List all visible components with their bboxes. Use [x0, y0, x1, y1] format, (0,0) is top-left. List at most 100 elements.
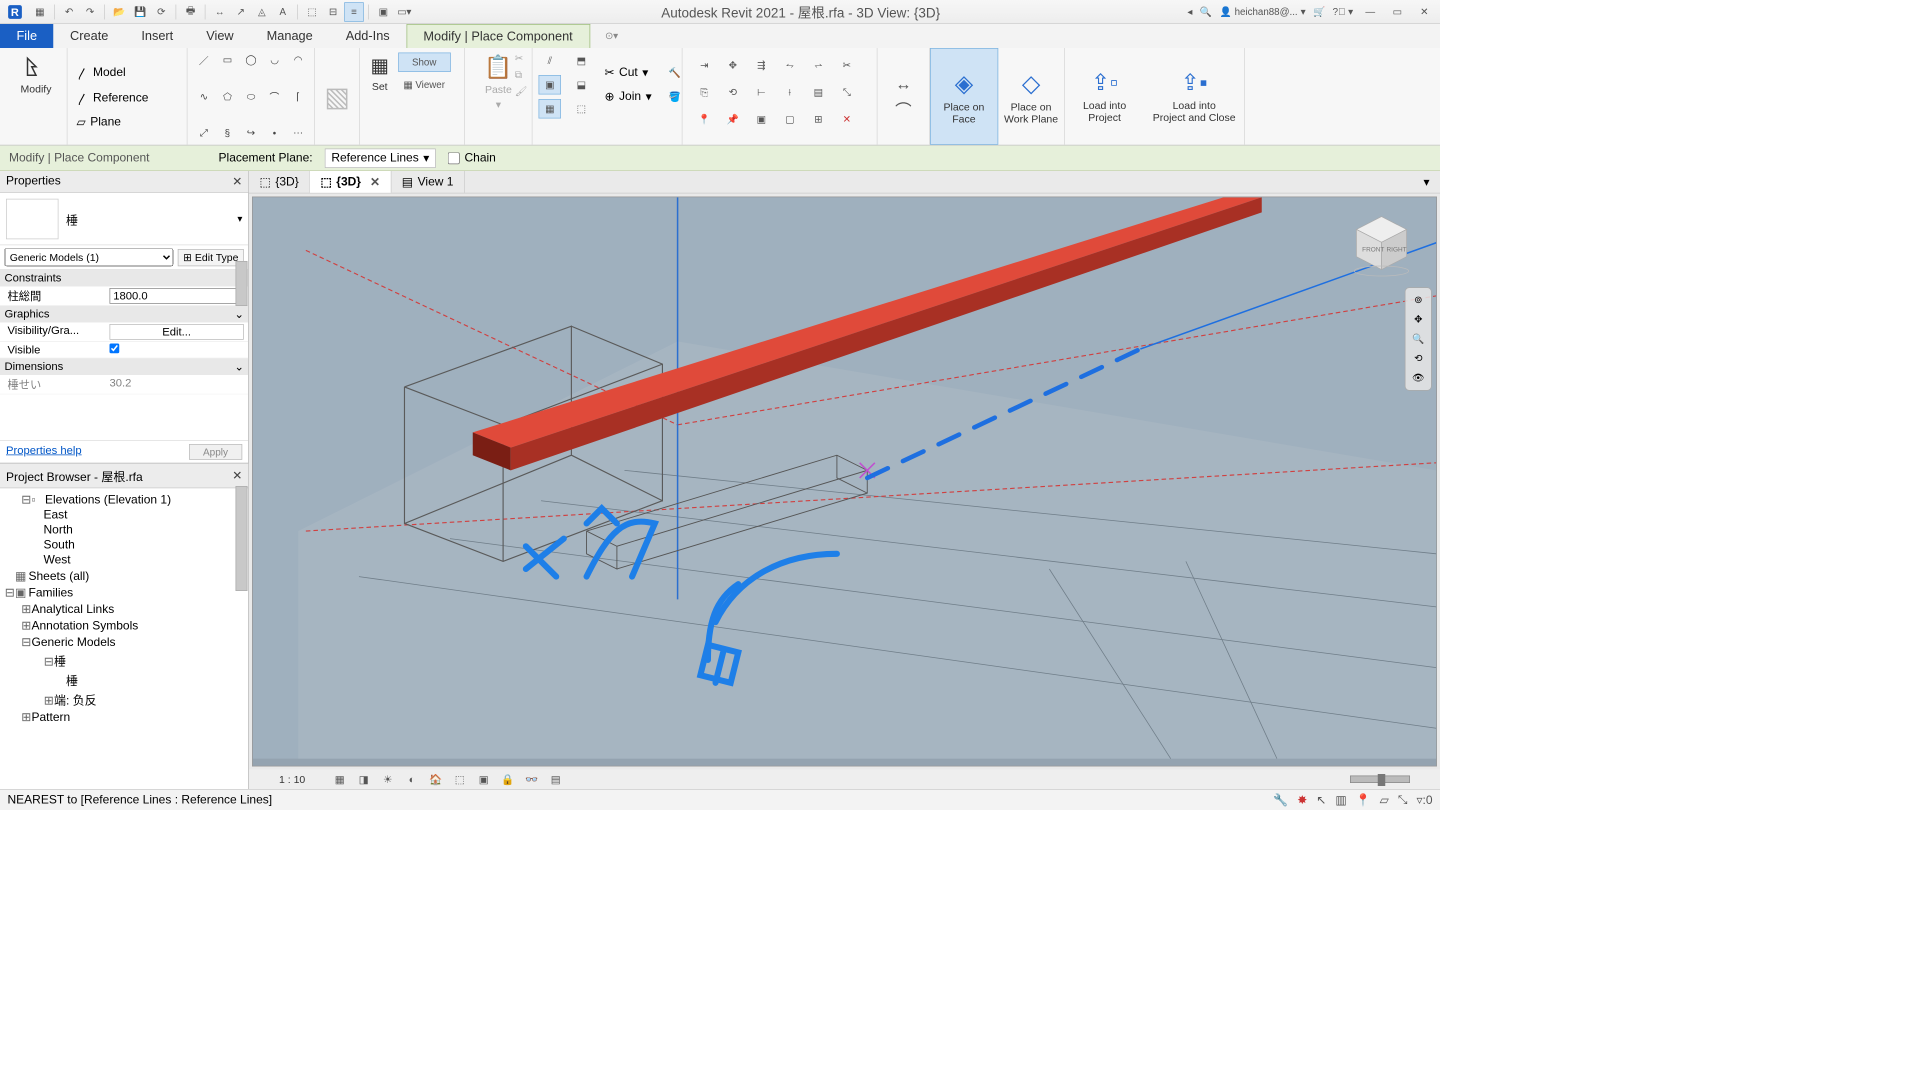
- lookaround-icon[interactable]: 👁: [1412, 372, 1424, 384]
- open-icon[interactable]: 📂: [110, 2, 130, 22]
- group-icon[interactable]: ▣: [750, 110, 773, 130]
- search-icon[interactable]: 🔍: [1200, 6, 1212, 18]
- offset-icon[interactable]: ⇶: [750, 56, 773, 76]
- tree-west[interactable]: West: [0, 553, 248, 568]
- tab-close-icon[interactable]: ✕: [370, 174, 380, 189]
- parc-icon[interactable]: ⌒: [264, 87, 285, 105]
- tree-families[interactable]: ⊟▣Families: [0, 584, 248, 601]
- trim-ext-icon[interactable]: ⊢: [750, 83, 773, 103]
- polygon-icon[interactable]: ⬠: [217, 87, 238, 105]
- browser-close-icon[interactable]: ✕: [232, 468, 242, 483]
- save-icon[interactable]: 💾: [131, 2, 151, 22]
- properties-filter-select[interactable]: Generic Models (1): [5, 248, 174, 266]
- minimize-icon[interactable]: ―: [1361, 2, 1381, 22]
- select-pinned-icon[interactable]: 📍: [1356, 792, 1371, 807]
- view-tab-3d-1[interactable]: ⬚{3D}: [249, 171, 310, 193]
- undo-icon[interactable]: ↶: [59, 2, 79, 22]
- properties-close-icon[interactable]: ✕: [232, 174, 242, 189]
- detail-line-icon[interactable]: ⌒: [892, 99, 915, 119]
- select-underlay-icon[interactable]: ▥: [1335, 792, 1346, 807]
- activate2-icon[interactable]: ▦: [539, 99, 562, 119]
- scale-icon[interactable]: ⤡: [836, 83, 859, 103]
- print-icon[interactable]: 🖶: [181, 2, 201, 22]
- pan-icon[interactable]: ✥: [1414, 314, 1422, 326]
- section-icon[interactable]: ⊟: [323, 2, 343, 22]
- properties-panel-icon[interactable]: ▧: [324, 81, 350, 113]
- placement-plane-select[interactable]: Reference Lines▾: [325, 148, 436, 168]
- model-line-button[interactable]: 〳Model: [74, 62, 181, 83]
- tree-analytical[interactable]: ⊞Analytical Links: [0, 601, 248, 618]
- sync-icon[interactable]: ⟳: [152, 2, 172, 22]
- workset-icon[interactable]: 🔧: [1273, 792, 1288, 807]
- lock3d-icon[interactable]: 🔒: [500, 772, 517, 787]
- tab-addins[interactable]: Add-Ins: [329, 24, 406, 48]
- align-icon[interactable]: ⇥: [693, 56, 716, 76]
- tree-gm-child1[interactable]: ⊟棰: [0, 650, 248, 670]
- tag-icon[interactable]: ◬: [252, 2, 272, 22]
- arc2-icon[interactable]: ◠: [288, 51, 309, 69]
- help-icon[interactable]: ?⃝ ▾: [1333, 6, 1353, 18]
- copy-icon[interactable]: ⎘: [693, 83, 716, 103]
- zoom-icon[interactable]: 🔍: [1412, 333, 1424, 345]
- copy-clip-icon[interactable]: ⧉: [515, 69, 527, 81]
- reference-plane-button[interactable]: ▱Plane: [74, 113, 181, 131]
- properties-scrollbar[interactable]: [236, 261, 248, 306]
- infocenter-left-icon[interactable]: ◂: [1187, 6, 1192, 18]
- tab-manage[interactable]: Manage: [250, 24, 329, 48]
- view-cube[interactable]: FRONT RIGHT: [1349, 212, 1414, 277]
- modify-button[interactable]: Modify: [6, 51, 66, 98]
- workplane-viewer-button[interactable]: ▦ Viewer: [398, 75, 451, 95]
- move-icon[interactable]: ✥: [722, 56, 745, 76]
- ellipse-icon[interactable]: ⬭: [241, 87, 262, 105]
- notch-icon[interactable]: ⬒: [570, 51, 593, 71]
- visible-checkbox[interactable]: [110, 344, 120, 354]
- visibility-edit-button[interactable]: Edit...: [110, 324, 244, 340]
- dimensions-group[interactable]: Dimensions⌄: [0, 359, 248, 376]
- pick-icon[interactable]: ⤢: [194, 124, 215, 142]
- point-icon[interactable]: •: [264, 124, 285, 142]
- line-icon[interactable]: ／: [194, 51, 215, 69]
- cart-icon[interactable]: 🛒: [1313, 6, 1325, 18]
- notch2-icon[interactable]: ⬓: [570, 75, 593, 95]
- delete-icon[interactable]: ✕: [836, 110, 859, 130]
- show-workplane-button[interactable]: Show: [398, 52, 451, 72]
- chain-checkbox[interactable]: Chain: [448, 151, 496, 165]
- spline2-icon[interactable]: §: [217, 124, 238, 142]
- drag-icon[interactable]: ⤡: [1398, 793, 1408, 807]
- trim-icon[interactable]: ✂: [836, 56, 859, 76]
- view-tab-view1[interactable]: ▤View 1: [391, 171, 464, 193]
- tree-south[interactable]: South: [0, 538, 248, 553]
- dimension-tool-icon[interactable]: ↔: [892, 74, 915, 94]
- split-icon[interactable]: ⬚: [570, 99, 593, 119]
- text-icon[interactable]: A: [273, 2, 293, 22]
- activate-icon[interactable]: ▣: [539, 75, 562, 95]
- rect-icon[interactable]: ▭: [217, 51, 238, 69]
- tangent-icon[interactable]: ↪: [241, 124, 262, 142]
- crop-icon[interactable]: ⬚: [452, 772, 469, 787]
- reference-line-button[interactable]: 〳Reference: [74, 87, 181, 108]
- arc-icon[interactable]: ◡: [264, 51, 285, 69]
- close-window-icon[interactable]: ✕: [1415, 2, 1435, 22]
- place-on-workplane-button[interactable]: ◇ Place on Work Plane: [998, 48, 1064, 145]
- spline-icon[interactable]: ∿: [194, 87, 215, 105]
- temp-hide-icon[interactable]: 👓: [524, 772, 541, 787]
- dimension-icon[interactable]: ↗: [231, 2, 251, 22]
- 3d-viewport[interactable]: FRONT RIGHT ⊚ ✥ 🔍 ⟲ 👁: [252, 197, 1437, 767]
- design-options-icon[interactable]: ✸: [1297, 792, 1307, 807]
- view-scale[interactable]: 1 : 10: [279, 773, 324, 785]
- pin-icon[interactable]: 📍: [693, 110, 716, 130]
- browser-scrollbar[interactable]: [236, 486, 248, 591]
- reveal-icon[interactable]: ▤: [548, 772, 565, 787]
- tree-gm-child2[interactable]: 棰: [0, 670, 248, 690]
- select-face-icon[interactable]: ▱: [1380, 792, 1389, 807]
- navigation-bar[interactable]: ⊚ ✥ 🔍 ⟲ 👁: [1405, 287, 1432, 391]
- tree-tan[interactable]: ⊞端: 负反: [0, 689, 248, 709]
- file-tab[interactable]: File: [0, 24, 54, 48]
- ungroup-icon[interactable]: ▢: [779, 110, 802, 130]
- pillar-value-input[interactable]: [110, 288, 244, 304]
- tree-sheets[interactable]: ▦Sheets (all): [0, 568, 248, 585]
- match-icon[interactable]: 🖌: [515, 86, 527, 98]
- apply-button[interactable]: Apply: [189, 444, 243, 460]
- split2-icon[interactable]: ⟊: [779, 83, 802, 103]
- place-on-face-button[interactable]: ◈ Place on Face: [930, 48, 998, 145]
